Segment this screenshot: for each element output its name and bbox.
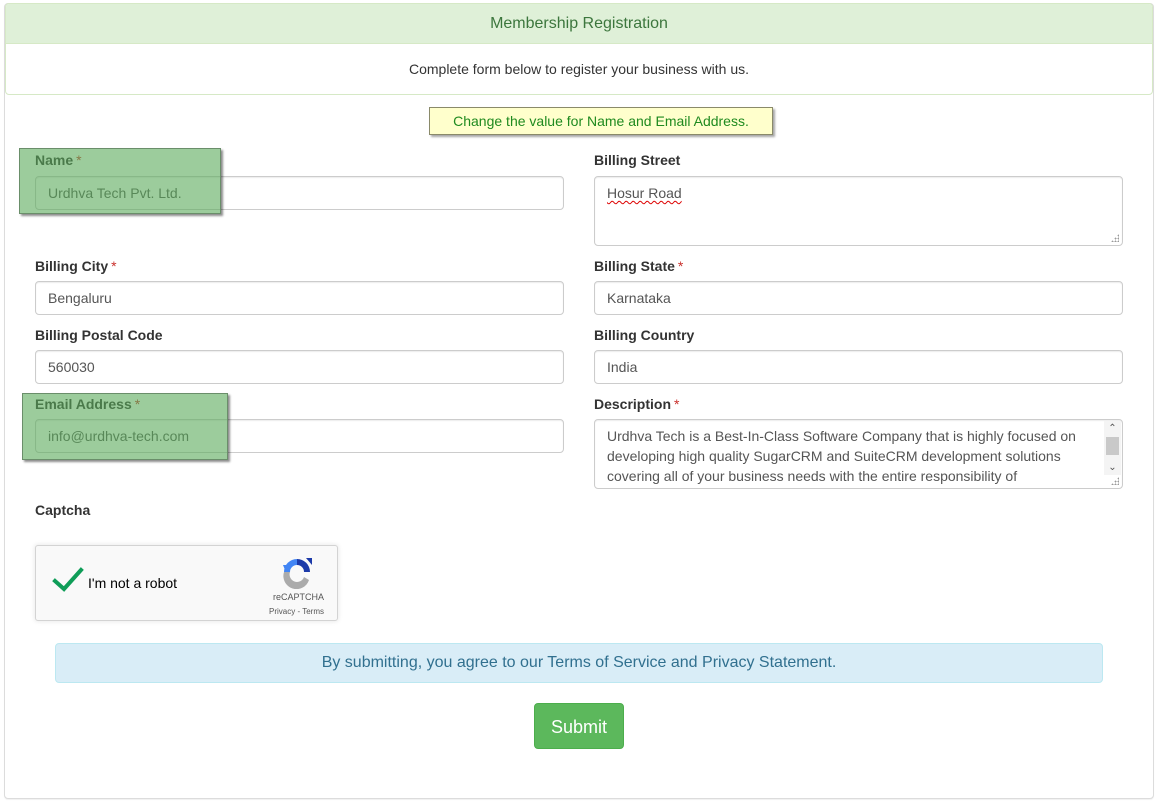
description-label: Description * [594, 394, 1123, 414]
billing-street-value: Hosur Road [607, 185, 682, 201]
description-label-text: Description [594, 396, 672, 412]
billing-postal-code-label: Billing Postal Code [35, 327, 163, 343]
registration-panel: Membership Registration Complete form be… [5, 3, 1153, 95]
checkmark-icon[interactable] [52, 566, 84, 594]
scroll-down-icon[interactable]: ⌄ [1104, 460, 1121, 475]
billing-state-label-text: Billing State [594, 258, 675, 274]
billing-street-field-group: Billing Street Hosur Road [594, 150, 1123, 246]
billing-country-field-group: Billing Country India [594, 325, 1123, 384]
resize-handle[interactable] [1111, 477, 1119, 485]
description-textarea[interactable]: Urdhva Tech is a Best-In-Class Software … [594, 419, 1123, 489]
recaptcha-brand: reCAPTCHA [272, 592, 324, 602]
billing-state-field-group: Billing State * Karnataka [594, 256, 1123, 315]
resize-handle[interactable] [1111, 234, 1119, 242]
required-marker: * [111, 258, 117, 274]
description-scrollbar[interactable]: ⌃ ⌄ [1104, 421, 1121, 475]
billing-postal-code-field-group: Billing Postal Code 560030 [35, 325, 564, 384]
captcha-checkbox-label: I'm not a robot [88, 575, 178, 591]
captcha-label: Captcha [35, 502, 91, 518]
page-title: Membership Registration [6, 4, 1152, 44]
description-field-group: Description * Urdhva Tech is a Best-In-Cl… [594, 394, 1123, 489]
annotation-note: Change the value for Name and Email Addr… [429, 107, 773, 135]
scroll-up-icon[interactable]: ⌃ [1104, 421, 1121, 436]
billing-street-label: Billing Street [594, 152, 681, 168]
terms-notice: By submitting, you agree to our Terms of… [55, 643, 1103, 683]
billing-postal-code-input[interactable]: 560030 [35, 350, 564, 384]
page-subtitle: Complete form below to register your bus… [408, 61, 750, 77]
billing-country-input[interactable]: India [594, 350, 1123, 384]
recaptcha-widget: I'm not a robot reCAPTCHA Privacy - Term… [35, 545, 338, 621]
email-highlight-annotation [22, 393, 228, 460]
recaptcha-logo-icon [283, 558, 312, 589]
billing-country-label: Billing Country [594, 327, 695, 343]
billing-state-label: Billing State * [594, 256, 1123, 276]
scroll-thumb[interactable] [1106, 437, 1119, 455]
billing-city-input[interactable]: Bengaluru [35, 281, 564, 315]
required-marker: * [674, 396, 680, 412]
billing-state-input[interactable]: Karnataka [594, 281, 1123, 315]
description-value: Urdhva Tech is a Best-In-Class Software … [607, 428, 1076, 484]
recaptcha-privacy-terms-link[interactable]: Privacy - Terms [269, 607, 324, 616]
name-highlight-annotation [19, 148, 221, 214]
billing-city-field-group: Billing City * Bengaluru [35, 256, 564, 315]
billing-city-label-text: Billing City [35, 258, 109, 274]
submit-button[interactable]: Submit [534, 703, 624, 749]
billing-street-textarea[interactable]: Hosur Road [594, 176, 1123, 246]
required-marker: * [677, 258, 684, 274]
billing-city-label: Billing City * [35, 256, 564, 276]
